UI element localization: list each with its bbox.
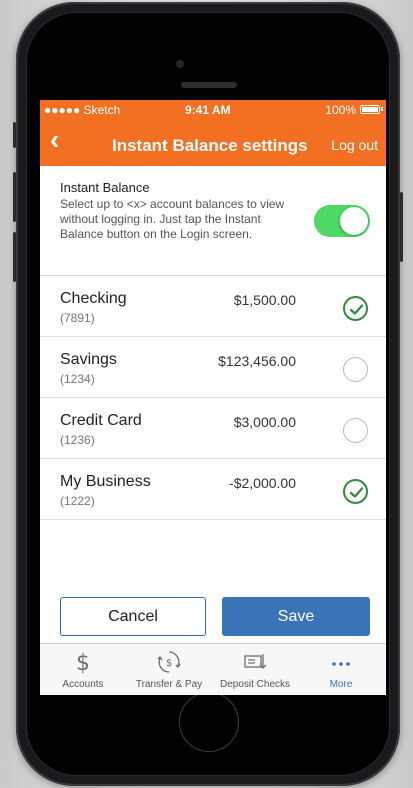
dollar-icon: $ (40, 650, 126, 676)
empty-circle-icon[interactable] (343, 418, 368, 443)
account-balance: $123,456.00 (218, 353, 296, 369)
save-button[interactable]: Save (222, 597, 370, 636)
svg-text:$: $ (76, 651, 90, 674)
more-icon (298, 650, 384, 672)
transfer-icon: $ (126, 650, 212, 673)
mute-switch (13, 122, 16, 148)
checkmark-circle-icon[interactable] (343, 479, 368, 504)
tab-accounts[interactable]: $ Accounts (40, 644, 126, 695)
instant-balance-section: Instant Balance Select up to <x> account… (40, 166, 386, 276)
volume-down-button (13, 232, 16, 282)
front-camera (176, 60, 184, 68)
tab-more[interactable]: More (298, 644, 384, 695)
page-title: Instant Balance settings (112, 136, 308, 155)
account-name: Credit Card (60, 412, 142, 429)
account-balance: $3,000.00 (233, 414, 296, 430)
account-number: (7891) (60, 311, 95, 325)
back-chevron-icon[interactable]: ‹ (50, 126, 59, 154)
account-row-savings[interactable]: Savings (1234) $123,456.00 (40, 337, 386, 398)
nav-header: ●●●●● Sketch 9:41 AM 100% ‹ Instant Bala… (40, 100, 386, 166)
account-balance: $1,500.00 (233, 292, 296, 308)
tab-label: Deposit Checks (219, 679, 291, 690)
battery-tip-icon (381, 107, 383, 111)
tab-label: Transfer & Pay (135, 679, 203, 690)
account-name: Checking (60, 290, 127, 307)
account-balance: -$2,000.00 (229, 475, 296, 491)
battery-percent: 100% (325, 103, 356, 117)
tab-label: More (329, 679, 353, 690)
checkmark-circle-icon[interactable] (343, 296, 368, 321)
tab-bar: $ Accounts $ Transfer & Pay Deposit Chec… (40, 643, 386, 695)
account-row-my-business[interactable]: My Business (1222) -$2,000.00 (40, 459, 386, 520)
carrier-label: ●●●●● Sketch (44, 103, 121, 117)
tab-transfer-pay[interactable]: $ Transfer & Pay (126, 644, 212, 695)
instant-balance-title: Instant Balance (60, 180, 150, 195)
deposit-check-icon (212, 650, 298, 672)
clock: 9:41 AM (185, 103, 231, 117)
power-button (400, 192, 403, 262)
tab-label: Accounts (62, 679, 104, 690)
instant-balance-toggle[interactable] (314, 205, 370, 237)
account-row-credit-card[interactable]: Credit Card (1236) $3,000.00 (40, 398, 386, 459)
account-row-checking[interactable]: Checking (7891) $1,500.00 (40, 276, 386, 337)
account-name: My Business (60, 473, 151, 490)
account-number: (1236) (60, 433, 95, 447)
battery-icon (360, 105, 380, 114)
cancel-button[interactable]: Cancel (60, 597, 206, 636)
account-name: Savings (60, 351, 117, 368)
home-button[interactable] (179, 692, 239, 752)
toggle-knob (340, 207, 368, 235)
logout-button[interactable]: Log out (331, 137, 378, 153)
tab-deposit-checks[interactable]: Deposit Checks (212, 644, 298, 695)
account-number: (1222) (60, 494, 95, 508)
account-number: (1234) (60, 372, 95, 386)
status-bar: ●●●●● Sketch 9:41 AM 100% (40, 100, 386, 118)
app-screen: ●●●●● Sketch 9:41 AM 100% ‹ Instant Bala… (40, 100, 386, 695)
empty-circle-icon[interactable] (343, 357, 368, 382)
volume-up-button (13, 172, 16, 222)
svg-text:$: $ (166, 658, 172, 669)
instant-balance-description: Select up to <x> account balances to vie… (60, 197, 285, 241)
earpiece-speaker (181, 82, 237, 88)
